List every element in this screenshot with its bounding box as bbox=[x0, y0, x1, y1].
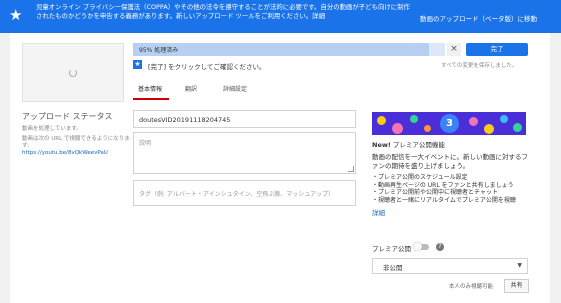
promo-shape bbox=[469, 117, 478, 126]
tags-input[interactable]: タグ（例: アルバート・アインシュタイン、空飛ぶ豚、マッシュアップ） bbox=[133, 180, 356, 206]
star-icon: ★ bbox=[9, 6, 23, 24]
coppa-banner: ★ 児童オンライン プライバシー保護法（COPPA）やその他の法令を遵守すること… bbox=[0, 0, 561, 33]
title-value: doutesVID20191118204745 bbox=[139, 116, 231, 124]
visibility-select[interactable]: 非公開 ▼ bbox=[372, 258, 528, 274]
loading-spinner-icon bbox=[69, 69, 77, 77]
tab-basic-info[interactable]: 基本情報 bbox=[138, 84, 162, 93]
description-placeholder: 説明 bbox=[139, 140, 152, 147]
new-label: New! bbox=[372, 141, 391, 149]
progress-label: 95% 処理済み bbox=[139, 47, 179, 54]
promo-shape bbox=[484, 124, 494, 134]
close-icon[interactable]: × bbox=[447, 43, 461, 56]
promo-shape bbox=[513, 123, 522, 132]
premiere-bullets: ・プレミア公開のスケジュール設定 ・動画再生ページの URL をファンと共有しま… bbox=[372, 174, 532, 204]
promo-shape bbox=[377, 116, 386, 125]
premiere-description: 動画の配信を一大イベントに。新しい動画に対するファンの期待を盛り上げましょう。 bbox=[372, 153, 528, 170]
beta-upload-button[interactable]: 動画のアップロード（ベータ版）に移動 bbox=[420, 13, 537, 23]
upload-status: アップロード ステータス 動画を処理しています。 動画は次の URL で視聴でき… bbox=[22, 111, 132, 157]
list-item: ・プレミア公開のスケジュール設定 bbox=[372, 174, 468, 181]
premiere-title: New! プレミア公開機能 bbox=[372, 139, 532, 149]
tab-translation[interactable]: 翻訳 bbox=[185, 84, 197, 93]
learn-more-link[interactable]: 詳細 bbox=[372, 207, 532, 217]
done-button[interactable]: 完了 bbox=[466, 43, 528, 56]
video-thumbnail bbox=[22, 43, 124, 102]
title-input[interactable]: doutesVID20191118204745 bbox=[133, 110, 356, 128]
promo-shape bbox=[392, 123, 403, 134]
promo-shape bbox=[500, 115, 508, 123]
tab-advanced[interactable]: 詳細設定 bbox=[223, 84, 247, 93]
list-item: ・動画再生ページの URL をファンと共有しましょう bbox=[372, 181, 514, 189]
premiere-title-text: プレミア公開機能 bbox=[390, 141, 445, 149]
premiere-promo-image: 3 bbox=[372, 112, 526, 135]
premiere-toggle-label: プレミア公開 bbox=[372, 245, 411, 253]
visibility-note: 本人のみ視聴可能 bbox=[449, 284, 494, 290]
banner-message: 児童オンライン プライバシー保護法（COPPA）やその他の法令を遵守することが法… bbox=[36, 3, 410, 20]
promo-shape bbox=[410, 115, 418, 123]
share-button[interactable]: 共有 bbox=[504, 279, 529, 293]
premiere-info: New! プレミア公開機能 動画の配信を一大イベントに。新しい動画に対するファン… bbox=[372, 139, 532, 217]
tags-placeholder: タグ（例: アルバート・アインシュタイン、空飛ぶ豚、マッシュアップ） bbox=[139, 191, 335, 198]
help-icon[interactable]: ? bbox=[436, 243, 444, 251]
resize-handle-icon[interactable] bbox=[348, 166, 354, 172]
star-icon: ★ bbox=[133, 60, 142, 69]
saved-status: すべての変更を保存しました。 bbox=[441, 63, 518, 69]
processing-progress-bar: 95% 処理済み bbox=[133, 43, 445, 56]
premiere-number: 3 bbox=[440, 114, 459, 133]
status-heading: アップロード ステータス bbox=[22, 112, 113, 121]
description-textarea[interactable]: 説明 bbox=[133, 132, 356, 174]
chevron-down-icon: ▼ bbox=[517, 262, 522, 269]
visibility-value: 非公開 bbox=[383, 264, 403, 272]
list-item: ・視聴者と一緒にリアルタイムでプレミア公開を視聴 bbox=[372, 196, 516, 204]
notice-text: [完了] をクリックしてご確認ください。 bbox=[148, 63, 266, 71]
status-url-note: 動画は次の URL で視聴できるようになります: bbox=[22, 136, 130, 149]
video-url-link[interactable]: https://youtu.be/8vQkWeevPaU bbox=[22, 150, 132, 157]
toggle-knob[interactable] bbox=[413, 242, 422, 251]
active-tab-indicator bbox=[133, 98, 169, 100]
status-processing: 動画を処理しています。 bbox=[22, 126, 82, 132]
promo-shape bbox=[424, 125, 431, 132]
list-item: ・プレミア公開前や公開中に視聴者とチャット bbox=[372, 189, 498, 196]
